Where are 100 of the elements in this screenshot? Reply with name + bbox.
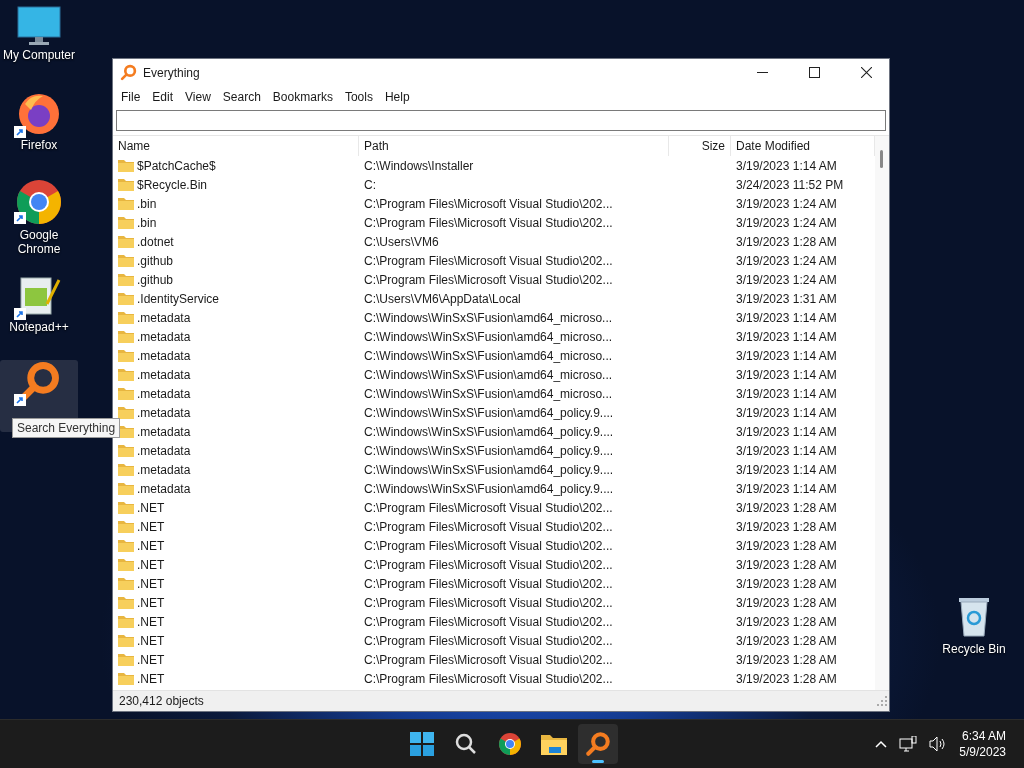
folder-icon bbox=[541, 733, 567, 755]
folder-icon bbox=[118, 596, 134, 609]
scroll-thumb[interactable] bbox=[880, 150, 883, 168]
search-field[interactable] bbox=[116, 110, 886, 131]
date-modified: 3/19/2023 1:14 AM bbox=[736, 158, 837, 173]
folder-icon bbox=[118, 501, 134, 514]
chevron-up-icon bbox=[875, 740, 888, 748]
file-path: C: bbox=[364, 177, 376, 192]
menu-item[interactable]: Edit bbox=[146, 88, 180, 106]
folder-icon bbox=[118, 482, 134, 495]
file-name: .NET bbox=[137, 519, 165, 534]
file-path: C:\Windows\WinSxS\Fusion\amd64_policy.9.... bbox=[364, 443, 614, 458]
menu-item[interactable]: Bookmarks bbox=[266, 88, 339, 106]
file-path: C:\Windows\WinSxS\Fusion\amd64_microso... bbox=[364, 386, 613, 401]
folder-icon bbox=[118, 311, 134, 324]
file-name: .NET bbox=[137, 671, 165, 686]
network-button[interactable] bbox=[899, 736, 918, 752]
date-modified: 3/19/2023 1:14 AM bbox=[736, 348, 837, 363]
date-modified: 3/19/2023 1:28 AM bbox=[736, 614, 837, 629]
folder-icon bbox=[118, 178, 134, 191]
desktop-icon[interactable]: Google Chrome bbox=[0, 178, 78, 260]
file-path: C:\Program Files\Microsoft Visual Studio\202... bbox=[364, 614, 613, 629]
menu-item[interactable]: File bbox=[115, 88, 147, 106]
date-modified: 3/19/2023 1:28 AM bbox=[736, 671, 837, 686]
status-text: 230,412 objects bbox=[119, 694, 204, 708]
file-name: $Recycle.Bin bbox=[137, 177, 208, 192]
file-name: .metadata bbox=[137, 443, 191, 458]
scrollbar[interactable] bbox=[875, 136, 889, 690]
file-path: C:\Program Files\Microsoft Visual Studio\202... bbox=[364, 196, 613, 211]
file-path: C:\Windows\WinSxS\Fusion\amd64_policy.9.... bbox=[364, 462, 614, 477]
file-name: .metadata bbox=[137, 310, 191, 325]
file-name: .bin bbox=[137, 196, 157, 211]
file-name: .NET bbox=[137, 500, 165, 515]
file-path: C:\Users\VM6\AppData\Local bbox=[364, 291, 521, 306]
date-modified: 3/24/2023 11:52 PM bbox=[736, 177, 844, 192]
windows-logo-icon bbox=[410, 732, 434, 756]
date-modified: 3/19/2023 1:28 AM bbox=[736, 519, 837, 534]
column-header[interactable]: Name bbox=[113, 136, 359, 156]
menu-item[interactable]: Search bbox=[216, 88, 267, 106]
column-header[interactable]: Size bbox=[669, 136, 731, 156]
clock[interactable]: 6:34 AM 5/9/2023 bbox=[959, 728, 1006, 760]
magnifier-icon bbox=[120, 64, 137, 81]
file-path: C:\Windows\Installer bbox=[364, 158, 474, 173]
icon-label: Google Chrome bbox=[16, 228, 62, 256]
folder-icon bbox=[118, 159, 134, 172]
date-modified: 3/19/2023 1:14 AM bbox=[736, 386, 837, 401]
date-modified: 3/19/2023 1:24 AM bbox=[736, 253, 837, 268]
volume-button[interactable] bbox=[929, 736, 948, 752]
date-modified: 3/19/2023 1:24 AM bbox=[736, 215, 837, 230]
tooltip: Search Everything bbox=[12, 418, 121, 438]
maximize-icon bbox=[808, 67, 820, 78]
desktop-icon[interactable]: Firefox bbox=[0, 92, 78, 164]
date-modified: 3/19/2023 1:28 AM bbox=[736, 652, 837, 667]
file-name: .metadata bbox=[137, 348, 191, 363]
file-path: C:\Windows\WinSxS\Fusion\amd64_policy.9.... bbox=[364, 424, 614, 439]
icon-label: Notepad++ bbox=[8, 320, 70, 334]
desktop-icon[interactable]: My Computer bbox=[0, 6, 78, 78]
date-modified: 3/19/2023 1:14 AM bbox=[736, 310, 837, 325]
file-name: .metadata bbox=[137, 367, 191, 382]
folder-icon bbox=[118, 216, 134, 229]
file-name: .NET bbox=[137, 652, 165, 667]
date-modified: 3/19/2023 1:14 AM bbox=[736, 481, 837, 496]
date-modified: 3/19/2023 1:28 AM bbox=[736, 595, 837, 610]
file-path: C:\Program Files\Microsoft Visual Studio\202... bbox=[364, 500, 613, 515]
file-path: C:\Windows\WinSxS\Fusion\amd64_microso... bbox=[364, 367, 613, 382]
desktop-icon[interactable]: Notepad++ bbox=[0, 274, 78, 346]
column-header[interactable]: Path bbox=[359, 136, 669, 156]
date-modified: 3/19/2023 1:14 AM bbox=[736, 367, 837, 382]
file-path: C:\Windows\WinSxS\Fusion\amd64_policy.9.... bbox=[364, 481, 614, 496]
magnifier-icon bbox=[585, 731, 611, 757]
date-modified: 3/19/2023 1:28 AM bbox=[736, 538, 837, 553]
menu-item[interactable]: View bbox=[179, 88, 217, 106]
file-name: .metadata bbox=[137, 329, 191, 344]
file-name: .dotnet bbox=[137, 234, 174, 249]
date-modified: 3/19/2023 1:24 AM bbox=[736, 196, 837, 211]
folder-icon bbox=[118, 197, 134, 210]
date-modified: 3/19/2023 1:14 AM bbox=[736, 443, 837, 458]
chrome-icon bbox=[15, 178, 63, 226]
file-path: C:\Program Files\Microsoft Visual Studio\202... bbox=[364, 557, 613, 572]
folder-icon bbox=[118, 254, 134, 267]
date-modified: 3/19/2023 1:28 AM bbox=[736, 500, 837, 515]
date-modified: 3/19/2023 1:14 AM bbox=[736, 424, 837, 439]
file-path: C:\Program Files\Microsoft Visual Studio\202... bbox=[364, 253, 613, 268]
folder-icon bbox=[118, 463, 134, 476]
chrome-icon bbox=[498, 732, 522, 756]
file-name: .NET bbox=[137, 614, 165, 629]
file-name: $PatchCache$ bbox=[137, 158, 216, 173]
menu-item[interactable]: Help bbox=[378, 88, 416, 106]
date-modified: 3/19/2023 1:14 AM bbox=[736, 405, 837, 420]
date-modified: 3/19/2023 1:28 AM bbox=[736, 576, 837, 591]
folder-icon bbox=[118, 539, 134, 552]
tray-overflow-button[interactable] bbox=[875, 740, 888, 748]
search-icon bbox=[454, 732, 478, 756]
icon-label: Firefox bbox=[19, 138, 59, 152]
fox-globe-icon bbox=[17, 92, 61, 136]
folder-icon bbox=[118, 349, 134, 362]
file-name: .metadata bbox=[137, 405, 191, 420]
folder-icon bbox=[118, 634, 134, 647]
menu-item[interactable]: Tools bbox=[338, 88, 379, 106]
resize-grip-icon[interactable] bbox=[877, 696, 887, 706]
